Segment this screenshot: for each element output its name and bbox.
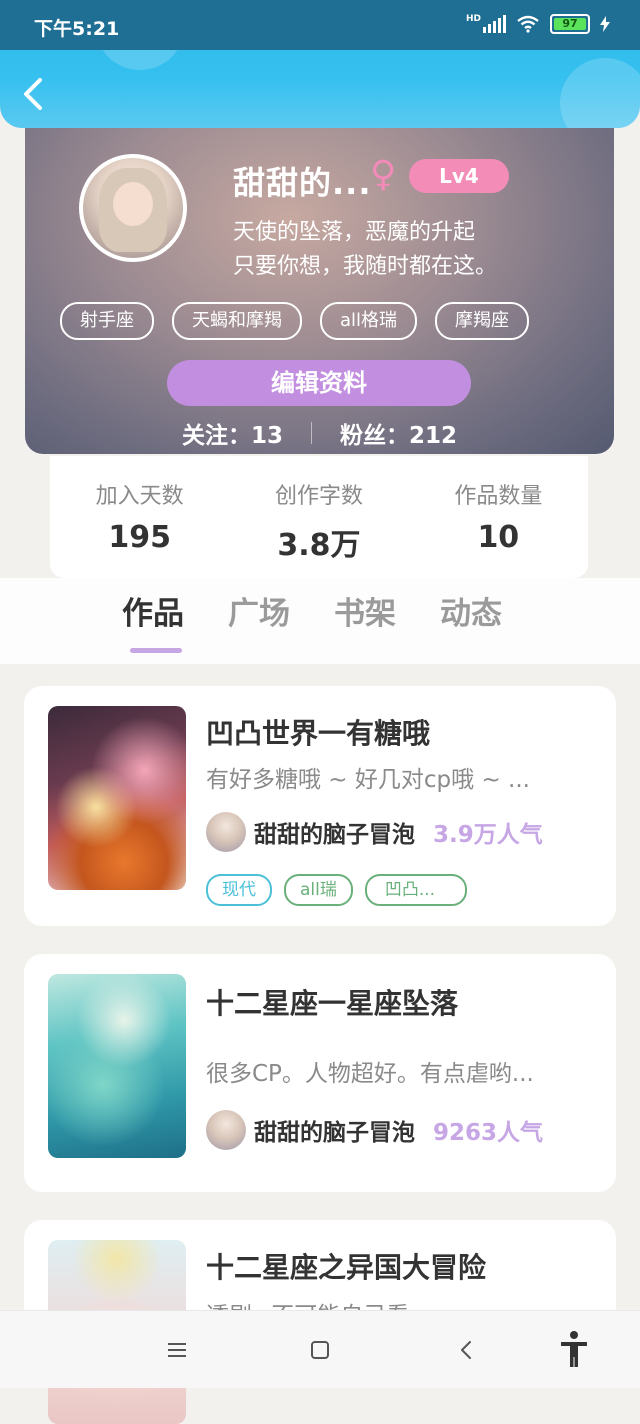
author-avatar (206, 812, 246, 852)
home-icon[interactable] (305, 1335, 335, 1365)
author-avatar (206, 1110, 246, 1150)
stat-word-count: 创作字数 3.8万 (229, 456, 408, 578)
battery-level: 97 (554, 18, 586, 30)
stat-value: 195 (108, 520, 171, 555)
network-label: HD (465, 14, 481, 24)
header-bar: 下午5:21 HD 97 (0, 0, 640, 128)
accessibility-icon[interactable] (558, 1329, 590, 1369)
stat-value: 10 (477, 520, 520, 555)
work-description: 有好多糖哦 ~ 好几对cp哦 ~ ... (206, 767, 530, 793)
status-icons: HD 97 (466, 14, 610, 34)
stat-value: 3.8万 (277, 528, 361, 563)
stat-label: 作品数量 (454, 484, 543, 509)
tab-activity[interactable]: 动态 (440, 588, 502, 633)
back-arrow-icon[interactable] (20, 74, 50, 114)
system-nav-bar (0, 1310, 640, 1388)
popularity: 9263人气 (433, 1120, 544, 1146)
bio-line: 只要你想，我随时都在这。 (233, 254, 498, 279)
work-cover-image[interactable] (48, 706, 186, 890)
work-title[interactable]: 十二星座一星座坠落 (206, 982, 458, 1022)
author-name: 甜甜的脑子冒泡 (254, 1120, 415, 1146)
tab-bar: 作品 广场 书架 动态 (0, 578, 640, 664)
work-tag[interactable]: 凹凸... (364, 874, 468, 906)
edit-profile-button[interactable]: 编辑资料 (167, 360, 471, 406)
level-badge: Lv4 (409, 159, 509, 193)
work-author: 甜甜的脑子冒泡 9263人气 (206, 1110, 543, 1150)
tab-square[interactable]: 广场 (228, 588, 290, 633)
menu-icon[interactable] (162, 1335, 192, 1365)
profile-tag[interactable]: 摩羯座 (435, 302, 530, 340)
work-author: 甜甜的脑子冒泡 3.9万人气 (206, 812, 543, 852)
divider (311, 422, 312, 444)
nickname: 甜甜的... (233, 164, 372, 202)
work-description: 很多CP。人物超好。有点虐哟... (206, 1061, 534, 1087)
profile-tag[interactable]: all格瑞 (320, 302, 418, 340)
bio: 天使的坠落，恶魔的升起 只要你想，我随时都在这。 (233, 216, 497, 284)
followers-count[interactable]: 粉丝：212 (340, 416, 457, 450)
work-cover-image[interactable] (48, 974, 186, 1158)
signal-icon (483, 15, 506, 33)
work-title[interactable]: 十二星座之异国大冒险 (206, 1246, 486, 1286)
following-count[interactable]: 关注：13 (182, 416, 283, 450)
tab-bookshelf[interactable]: 书架 (334, 588, 396, 633)
work-tag[interactable]: all瑞 (284, 874, 353, 906)
avatar[interactable] (79, 154, 187, 262)
stat-works-count: 作品数量 10 (409, 456, 588, 578)
stats-panel: 加入天数 195 创作字数 3.8万 作品数量 10 (50, 456, 588, 578)
status-bar: 下午5:21 HD 97 (0, 0, 640, 50)
work-title[interactable]: 凹凸世界一有糖哦 (206, 712, 430, 752)
work-card[interactable]: 十二星座一星座坠落 很多CP。人物超好。有点虐哟... 甜甜的脑子冒泡 9263… (24, 954, 616, 1192)
status-time: 下午5:21 (34, 18, 120, 40)
profile-tag[interactable]: 射手座 (60, 302, 154, 340)
stat-join-days: 加入天数 195 (50, 456, 229, 578)
stat-label: 加入天数 (95, 484, 184, 509)
author-name: 甜甜的脑子冒泡 (254, 822, 415, 848)
bio-line: 天使的坠落，恶魔的升起 (233, 220, 476, 245)
decor-bubble (560, 58, 640, 128)
profile-card: 甜甜的... ♀ Lv4 天使的坠落，恶魔的升起 只要你想，我随时都在这。 射手… (25, 118, 614, 454)
work-card[interactable]: 凹凸世界一有糖哦 有好多糖哦 ~ 好几对cp哦 ~ ... 甜甜的脑子冒泡 3.… (24, 686, 616, 926)
tab-works[interactable]: 作品 (122, 588, 184, 653)
profile-tag[interactable]: 天蝎和摩羯 (172, 302, 302, 340)
work-tags: 现代 all瑞 凹凸... (206, 874, 468, 906)
wifi-icon (517, 15, 539, 33)
back-nav-icon[interactable] (452, 1335, 482, 1365)
stat-label: 创作字数 (274, 484, 363, 509)
follow-stats: 关注：13 粉丝：212 (25, 416, 614, 450)
charging-icon (600, 16, 610, 32)
female-icon: ♀ (370, 154, 397, 195)
popularity: 3.9万人气 (433, 822, 543, 848)
profile-tags: 射手座 天蝎和摩羯 all格瑞 摩羯座 (60, 302, 530, 340)
battery-icon: 97 (550, 14, 590, 34)
work-tag[interactable]: 现代 (206, 874, 272, 906)
